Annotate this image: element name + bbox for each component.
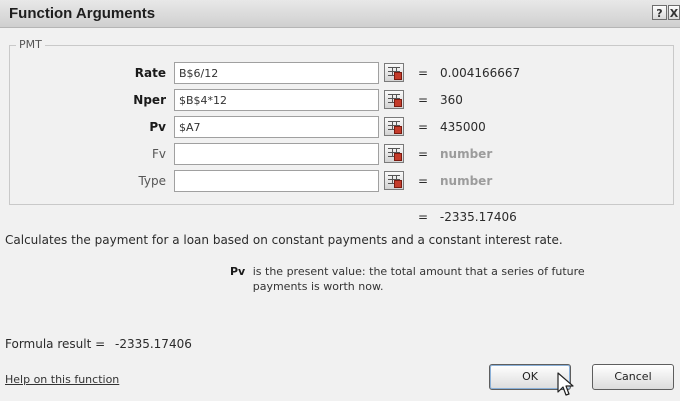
- collapse-dialog-icon[interactable]: [384, 90, 404, 109]
- equals-sign: =: [418, 93, 429, 107]
- argument-help-text: is the present value: the total amount t…: [252, 265, 585, 293]
- argument-label: Nper: [133, 93, 166, 107]
- argument-row-rate: Rate = 0.004166667: [0, 62, 680, 86]
- argument-result: number: [440, 147, 493, 161]
- formula-result: Formula result = -2335.17406: [5, 337, 192, 351]
- argument-label: Type: [138, 174, 166, 188]
- argument-result: 360: [440, 93, 463, 107]
- close-icon[interactable]: X: [668, 5, 680, 20]
- argument-row-pv: Pv = 435000: [0, 116, 680, 140]
- function-name-legend: PMT: [16, 38, 45, 51]
- collapse-dialog-icon[interactable]: [384, 63, 404, 82]
- argument-result: 0.004166667: [440, 66, 521, 80]
- argument-label: Pv: [149, 120, 166, 134]
- argument-result: 435000: [440, 120, 486, 134]
- pv-input[interactable]: [174, 116, 379, 138]
- equals-sign: =: [418, 147, 429, 161]
- function-description: Calculates the payment for a loan based …: [5, 233, 563, 247]
- argument-help-name: Pv: [230, 265, 246, 278]
- type-input[interactable]: [174, 170, 379, 192]
- formula-result-label: Formula result =: [5, 337, 106, 351]
- function-result-value: -2335.17406: [439, 210, 517, 224]
- nper-input[interactable]: [174, 89, 379, 111]
- equals-sign: =: [418, 174, 429, 188]
- function-arguments-dialog: Function Arguments ? X PMT Rate = 0.0041…: [0, 0, 680, 401]
- mouse-pointer-icon: [557, 372, 574, 396]
- formula-result-value: -2335.17406: [114, 337, 192, 351]
- equals-sign: =: [418, 120, 429, 134]
- equals-sign: =: [418, 66, 429, 80]
- argument-label: Rate: [134, 66, 166, 80]
- argument-label: Fv: [151, 147, 166, 161]
- collapse-dialog-icon[interactable]: [384, 171, 404, 190]
- argument-help: Pv is the present value: the total amoun…: [230, 264, 650, 294]
- rate-input[interactable]: [174, 62, 379, 84]
- equals-sign: =: [418, 210, 429, 224]
- argument-row-fv: Fv = number: [0, 143, 680, 167]
- collapse-dialog-icon[interactable]: [384, 144, 404, 163]
- argument-row-nper: Nper = 360: [0, 89, 680, 113]
- help-icon[interactable]: ?: [652, 5, 667, 20]
- title-bar[interactable]: Function Arguments ? X: [0, 0, 680, 28]
- argument-result: number: [440, 174, 493, 188]
- function-result: = -2335.17406: [418, 210, 517, 224]
- cancel-button[interactable]: Cancel: [592, 364, 674, 390]
- argument-row-type: Type = number: [0, 170, 680, 194]
- dialog-title: Function Arguments: [9, 5, 156, 22]
- help-on-function-link[interactable]: Help on this function: [5, 373, 119, 386]
- collapse-dialog-icon[interactable]: [384, 117, 404, 136]
- fv-input[interactable]: [174, 143, 379, 165]
